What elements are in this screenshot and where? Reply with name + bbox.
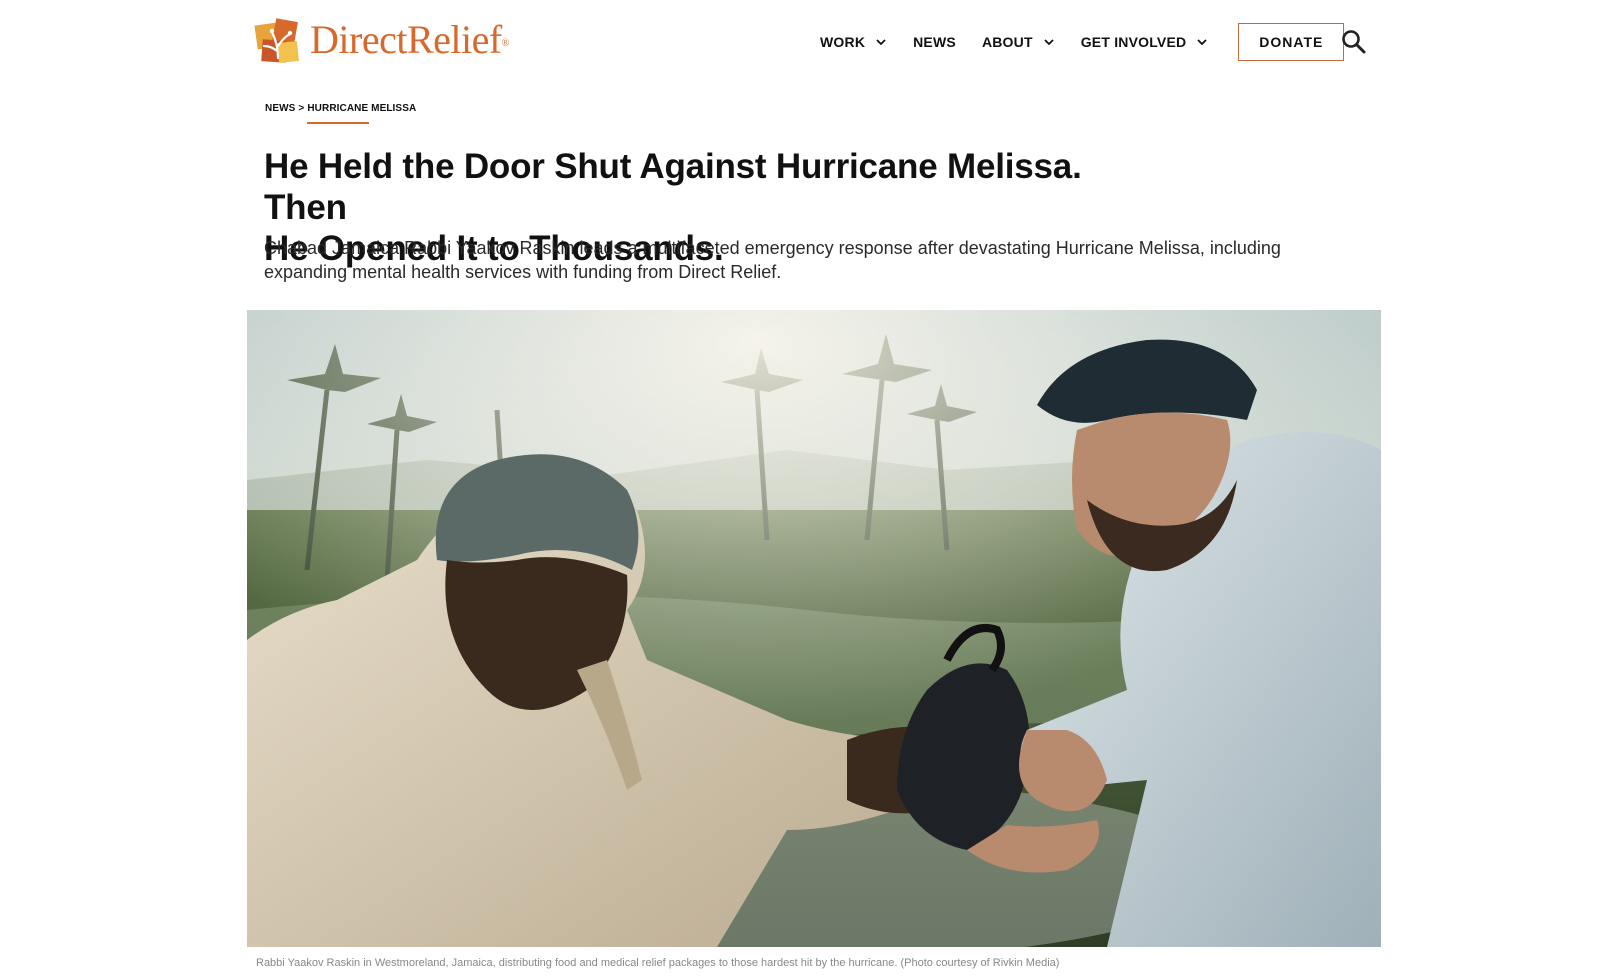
image-caption: Rabbi Yaakov Raskin in Westmoreland, Jam…	[256, 957, 1060, 969]
nav-item-label: GET INVOLVED	[1080, 34, 1187, 50]
article-deck: Chabad Jamaica Rabbi Yaakov Raskin leads…	[264, 238, 1281, 282]
nav-item-news[interactable]: NEWS	[913, 34, 956, 50]
chevron-down-icon	[1044, 39, 1054, 46]
site-header: DirectRelief® WORK NEWS ABOUT GET INVOLV…	[0, 0, 1600, 84]
chevron-down-icon	[876, 39, 886, 46]
direct-relief-logo[interactable]: DirectRelief®	[254, 14, 509, 66]
article-title-line-1: He Held the Door Shut Against Hurricane …	[264, 147, 1082, 227]
breadcrumb: NEWS > HURRICANE MELISSA	[265, 103, 416, 124]
nav-item-label: ABOUT	[981, 34, 1033, 50]
direct-relief-logo-icon	[254, 18, 299, 63]
nav-item-work[interactable]: WORK	[820, 34, 887, 50]
nav-item-label: NEWS	[913, 34, 956, 50]
logo-wordmark: DirectRelief®	[310, 17, 510, 62]
nav-item-label: WORK	[820, 34, 866, 50]
search-icon[interactable]	[1340, 28, 1368, 56]
breadcrumb-news-link[interactable]: NEWS	[265, 103, 295, 114]
main-nav: WORK NEWS ABOUT GET INVOLVED DONATE	[820, 22, 1345, 62]
hero-image	[247, 310, 1381, 947]
chevron-down-icon	[1197, 39, 1207, 46]
trademark-symbol: ®	[501, 38, 510, 49]
breadcrumb-separator: >	[298, 103, 305, 114]
donate-button[interactable]: DONATE	[1238, 23, 1345, 61]
breadcrumb-current-link[interactable]: HURRICANE MELISSA	[307, 103, 416, 124]
nav-item-about[interactable]: ABOUT	[982, 34, 1055, 50]
nav-item-get-involved[interactable]: GET INVOLVED	[1081, 34, 1209, 50]
